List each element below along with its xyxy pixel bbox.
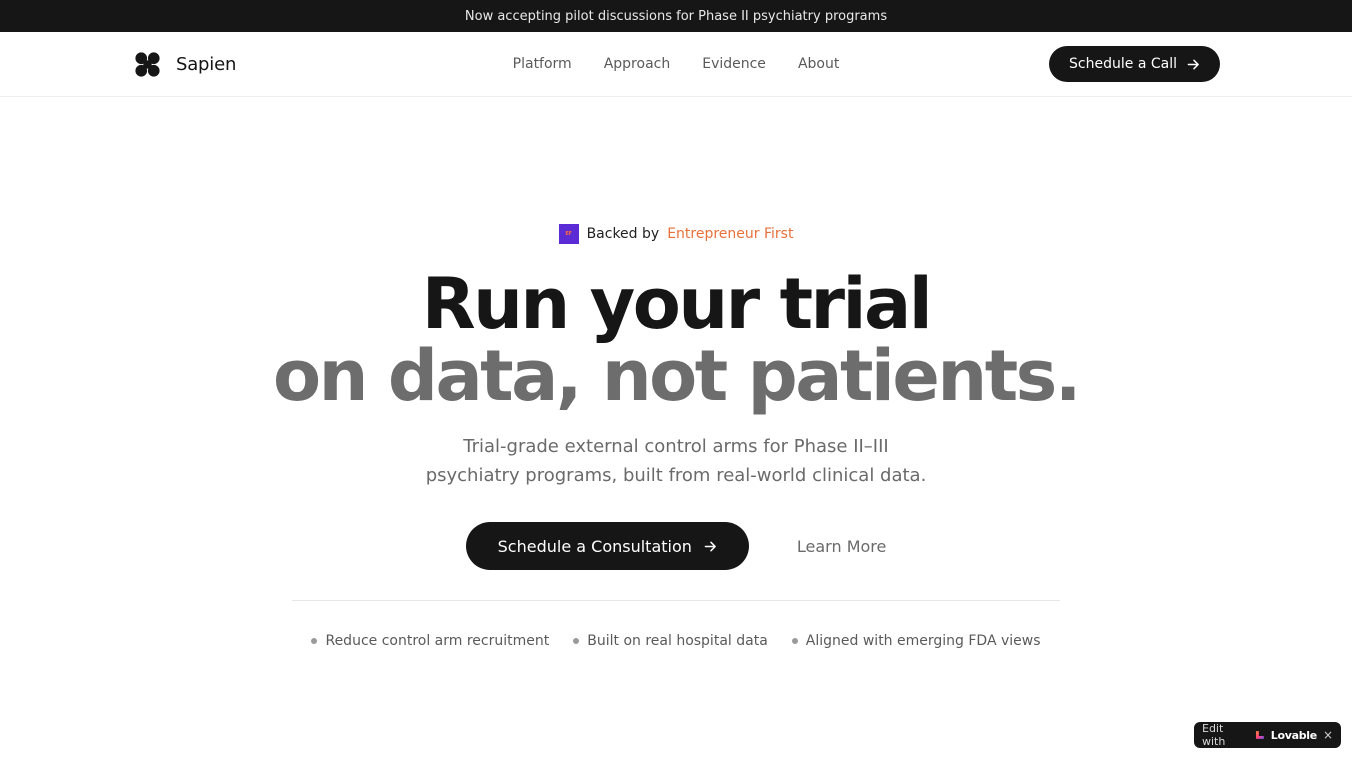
ef-logo-text: EF bbox=[565, 231, 572, 237]
announcement-text: Now accepting pilot discussions for Phas… bbox=[464, 8, 888, 24]
hero-subheadline: Trial-grade external control arms for Ph… bbox=[425, 436, 927, 486]
backed-by-prefix: Backed by bbox=[586, 226, 660, 242]
schedule-call-label: Schedule a Call bbox=[1069, 56, 1177, 72]
schedule-consultation-label: Schedule a Consultation bbox=[497, 536, 692, 556]
lovable-brand: Lovable bbox=[1270, 728, 1317, 742]
schedule-consultation-button[interactable]: Schedule a Consultation bbox=[465, 522, 749, 570]
bullet-dot-icon bbox=[573, 638, 580, 644]
nav-link-evidence[interactable]: Evidence bbox=[702, 56, 766, 72]
arrow-right-icon bbox=[1187, 59, 1199, 69]
section-divider bbox=[292, 600, 1060, 601]
lovable-heart-icon bbox=[1255, 731, 1264, 739]
nav-link-approach[interactable]: Approach bbox=[604, 56, 671, 72]
brand-name: Sapien bbox=[176, 54, 237, 75]
feature-text: Built on real hospital data bbox=[587, 633, 768, 649]
hero-actions: Schedule a Consultation Learn More bbox=[465, 522, 886, 570]
close-icon[interactable]: × bbox=[1323, 728, 1333, 742]
nav-link-about[interactable]: About bbox=[798, 56, 839, 72]
headline-line-1: Run your trial bbox=[421, 263, 933, 345]
arrow-right-icon bbox=[704, 541, 716, 551]
top-navigation: Sapien Platform Approach Evidence About … bbox=[0, 32, 1352, 97]
backed-by-name: Entrepreneur First bbox=[667, 226, 794, 242]
hero-section: EF Backed by Entrepreneur First Run your… bbox=[0, 224, 1352, 570]
bullet-dot-icon bbox=[311, 638, 318, 644]
feature-item: Reduce control arm recruitment bbox=[311, 633, 549, 649]
four-circles-logo-icon bbox=[135, 52, 160, 77]
bullet-dot-icon bbox=[791, 638, 798, 644]
edit-with-lovable-badge[interactable]: Edit with Lovable × bbox=[1194, 722, 1341, 748]
nav-link-platform[interactable]: Platform bbox=[513, 56, 572, 72]
feature-list: Reduce control arm recruitment Built on … bbox=[0, 633, 1352, 649]
feature-item: Built on real hospital data bbox=[573, 633, 768, 649]
schedule-call-button[interactable]: Schedule a Call bbox=[1049, 46, 1220, 82]
feature-text: Aligned with emerging FDA views bbox=[805, 633, 1041, 649]
learn-more-link[interactable]: Learn More bbox=[797, 537, 886, 556]
announcement-bar: Now accepting pilot discussions for Phas… bbox=[0, 0, 1352, 32]
backed-by-badge: EF Backed by Entrepreneur First bbox=[558, 224, 794, 244]
feature-text: Reduce control arm recruitment bbox=[325, 633, 550, 649]
entrepreneur-first-logo: EF bbox=[558, 224, 579, 244]
headline-line-2: on data, not patients. bbox=[273, 335, 1081, 417]
feature-item: Aligned with emerging FDA views bbox=[791, 633, 1041, 649]
brand-home-link[interactable]: Sapien bbox=[135, 52, 236, 77]
lovable-prefix: Edit with bbox=[1202, 722, 1226, 748]
hero-headline: Run your trial on data, not patients. bbox=[273, 263, 1081, 417]
